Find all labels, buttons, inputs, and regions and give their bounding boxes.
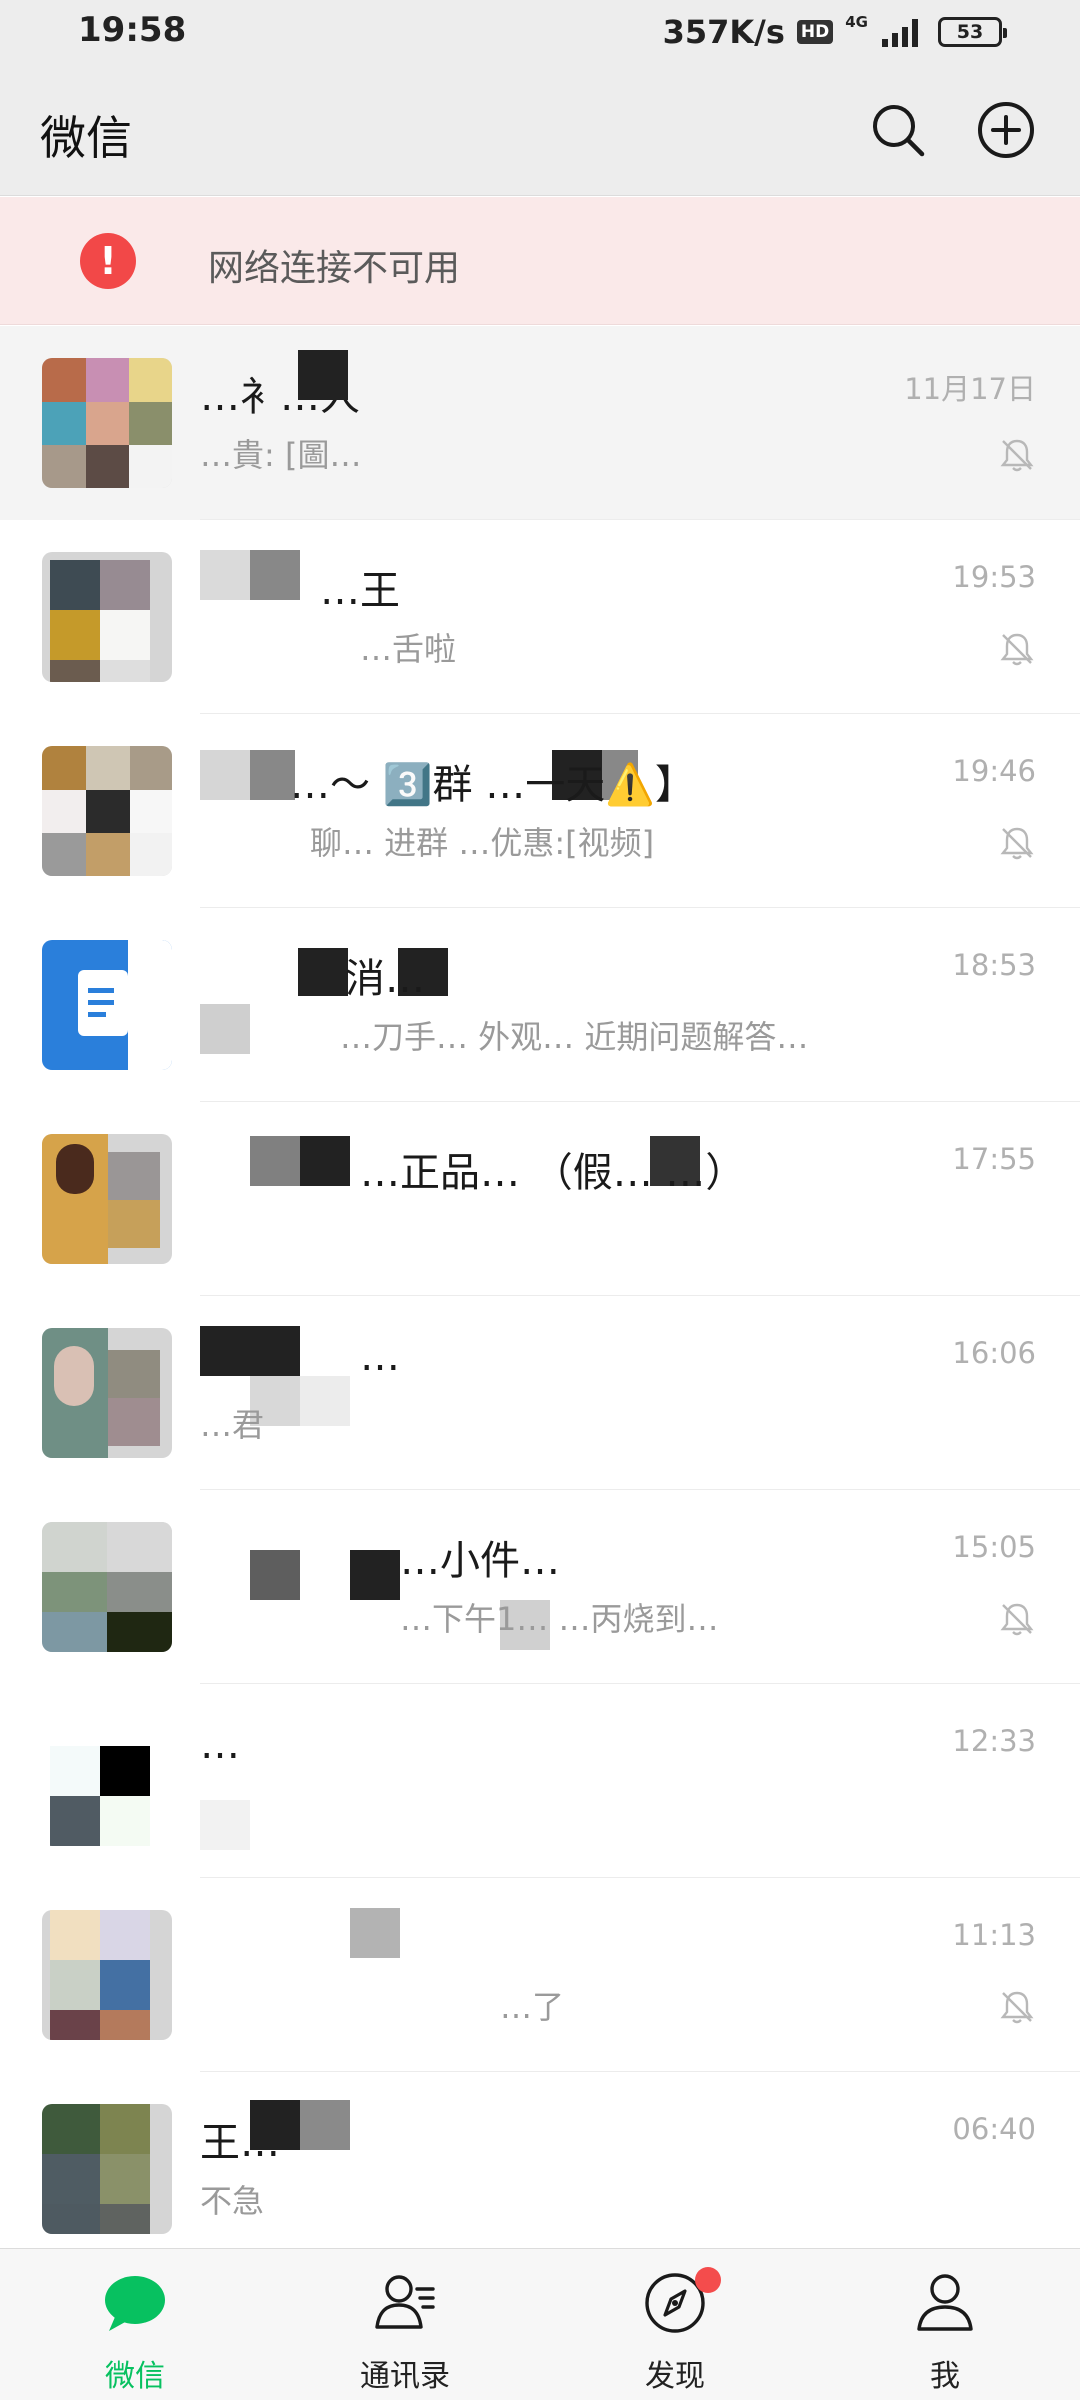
avatar <box>42 552 172 682</box>
plus-circle-icon[interactable] <box>976 100 1036 160</box>
mute-bell-icon <box>1000 1603 1034 1636</box>
chat-last-message: 不急 <box>200 2182 265 2220</box>
chat-bubble-icon <box>105 2276 165 2331</box>
search-icon[interactable] <box>868 100 928 160</box>
tab-label: 通讯录 <box>360 2359 450 2394</box>
avatar <box>42 1716 172 1846</box>
chat-item[interactable]: …～ 3️⃣群 …一天⚠️】 聊… 进群 …优惠:[视频] 19:46 <box>0 714 1080 908</box>
tab-contacts[interactable]: 通讯录 <box>270 2249 540 2400</box>
chat-time: 06:40 <box>952 2112 1036 2146</box>
person-icon <box>917 2274 973 2331</box>
tab-me[interactable]: 我 <box>810 2249 1080 2400</box>
network-type: 4G <box>845 13 868 31</box>
mute-bell-icon <box>1000 827 1034 860</box>
chat-item[interactable]: 消… …刀手… 外观… 近期问题解答… 18:53 <box>0 908 1080 1102</box>
chat-last-message: …君 <box>200 1406 265 1444</box>
avatar <box>42 1522 172 1652</box>
mosaic-block <box>250 1550 300 1600</box>
mosaic-block <box>200 1800 250 1850</box>
status-bar: 19:58 357K/s HD 4G 53 <box>0 0 1080 64</box>
signal-icon <box>882 19 918 47</box>
chat-item[interactable]: …小件… …下午1… …丙烧到… 15:05 <box>0 1490 1080 1684</box>
app-header: 微信 <box>0 64 1080 196</box>
chat-time: 15:05 <box>952 1530 1036 1564</box>
network-speed: 357K/s <box>662 13 785 51</box>
tab-label: 我 <box>930 2359 960 2394</box>
chat-item[interactable]: … …君 16:06 <box>0 1296 1080 1490</box>
tab-discover[interactable]: 发现 <box>540 2249 810 2400</box>
chat-last-message: …貴: [圖… <box>200 436 362 474</box>
mosaic-block <box>298 948 348 996</box>
chat-list[interactable]: …衤…人 …貴: [圖… 11月17日 …王 …舌啦 19:53 …～ 3️⃣群… <box>0 326 1080 2248</box>
tab-chats[interactable]: 微信 <box>0 2249 270 2400</box>
chat-time: 17:55 <box>952 1142 1036 1176</box>
chat-time: 19:53 <box>952 560 1036 594</box>
chat-item[interactable]: …王 …舌啦 19:53 <box>0 520 1080 714</box>
mosaic-block <box>200 550 250 600</box>
status-time: 19:58 <box>78 10 187 50</box>
page-title: 微信 <box>40 111 132 165</box>
mosaic-block <box>300 1136 350 1186</box>
contacts-icon <box>375 2275 435 2329</box>
hd-badge: HD <box>796 20 834 44</box>
avatar <box>42 358 172 488</box>
chat-time: 18:53 <box>952 948 1036 982</box>
chat-name: 王… <box>200 2120 280 2166</box>
chat-time: 16:06 <box>952 1336 1036 1370</box>
chat-time: 11月17日 <box>904 372 1036 406</box>
mosaic-block <box>250 1136 300 1186</box>
mute-bell-icon <box>1000 633 1034 666</box>
chat-last-message: …了 <box>500 1988 565 2026</box>
chat-last-message: …刀手… 外观… 近期问题解答… <box>340 1018 809 1056</box>
chat-name: …～ 3️⃣群 …一天⚠️】 <box>290 762 696 808</box>
chat-name: … <box>200 1722 240 1768</box>
mosaic-block <box>200 1326 300 1376</box>
tab-label: 微信 <box>105 2359 165 2394</box>
chat-item[interactable]: …了 11:13 <box>0 1878 1080 2072</box>
document-app-icon <box>42 940 172 1070</box>
warning-icon: ! <box>80 233 136 289</box>
mute-bell-icon <box>1000 1991 1034 2024</box>
mosaic-block <box>298 350 348 400</box>
chat-item[interactable]: …衤…人 …貴: [圖… 11月17日 <box>0 326 1080 520</box>
avatar <box>42 1910 172 2040</box>
chat-item[interactable]: …正品… （假… …） 17:55 <box>0 1102 1080 1296</box>
avatar <box>42 2104 172 2234</box>
mosaic-block <box>350 1908 400 1958</box>
chat-last-message: …舌啦 <box>360 630 457 668</box>
chat-time: 19:46 <box>952 754 1036 788</box>
bottom-tab-bar: 微信 通讯录 发现 我 <box>0 2248 1080 2400</box>
chat-name: 消… <box>345 956 425 1002</box>
avatar <box>42 1328 172 1458</box>
chat-time: 12:33 <box>952 1724 1036 1758</box>
status-indicators: 357K/s HD 4G 53 <box>662 10 1007 54</box>
mosaic-block <box>250 750 295 800</box>
mosaic-block <box>200 750 250 800</box>
chat-name: …王 <box>320 568 400 614</box>
mosaic-block <box>200 1004 250 1054</box>
banner-text: 网络连接不可用 <box>208 248 461 289</box>
battery-level: 53 <box>956 21 984 43</box>
tab-label: 发现 <box>645 2359 705 2394</box>
avatar <box>42 746 172 876</box>
chat-time: 11:13 <box>952 1918 1036 1952</box>
mosaic-block <box>350 1550 400 1600</box>
chat-last-message: 聊… 进群 …优惠:[视频] <box>310 824 655 862</box>
battery-icon: 53 <box>938 17 1007 47</box>
avatar <box>42 1134 172 1264</box>
notification-dot <box>695 2267 721 2293</box>
chat-item[interactable]: 王… 不急 06:40 <box>0 2072 1080 2248</box>
mute-bell-icon <box>1000 439 1034 472</box>
chat-last-message: …下午1… …丙烧到… <box>400 1600 719 1638</box>
chat-item[interactable]: … 12:33 <box>0 1684 1080 1878</box>
mosaic-block <box>250 550 300 600</box>
network-error-banner[interactable]: ! 网络连接不可用 <box>0 197 1080 325</box>
